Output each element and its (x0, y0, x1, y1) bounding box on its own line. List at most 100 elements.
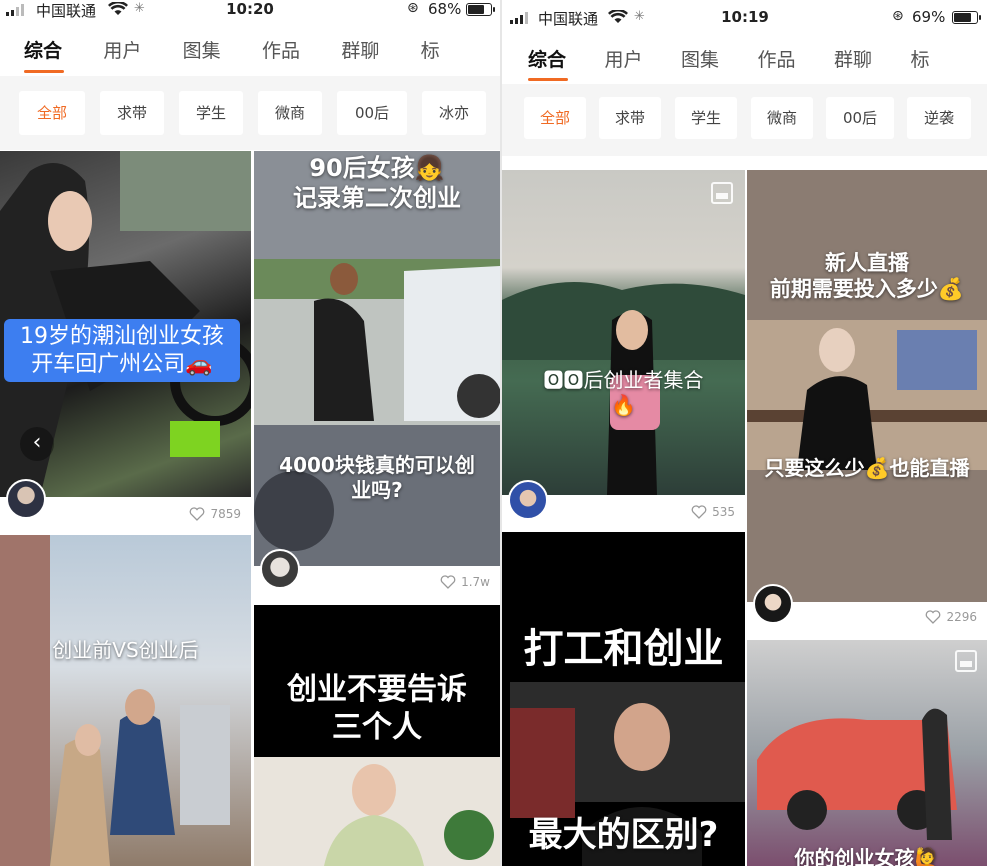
tab-tags[interactable]: 标 (911, 45, 987, 72)
chip-bingyi[interactable]: 冰亦 (422, 91, 486, 135)
battery-icon (952, 11, 981, 24)
chip-post-00s[interactable]: 00后 (826, 97, 894, 139)
heart-icon (926, 610, 941, 624)
video-thumbnail: 打工和创业 最大的区别? (502, 532, 745, 866)
feed-card[interactable]: 你的创业女孩🙋 (747, 640, 987, 866)
search-tabs: 综合 用户 图集 作品 群聊 标 (502, 45, 987, 81)
filter-chip-bar: 全部 求带 学生 微商 00后 逆袭 (502, 84, 987, 156)
video-caption: 最大的区别? (528, 815, 719, 855)
signal-icon (510, 12, 528, 24)
feed-card[interactable]: 新人直播 前期需要投入多少💰 只要这么少💰也能直播 2296 (747, 170, 987, 632)
video-caption: 只要这么少💰也能直播 (764, 456, 970, 480)
chip-post-00s[interactable]: 00后 (337, 91, 407, 135)
filter-chip-bar: 全部 求带 学生 微商 00后 冰亦 (0, 76, 500, 150)
avatar[interactable] (508, 480, 548, 520)
feed-card[interactable]: 创业前VS创业后 (0, 535, 251, 866)
video-caption-top: 90后女孩👧 记录第二次创业 (293, 154, 461, 212)
tab-label: 作品 (757, 49, 796, 71)
gallery-icon (955, 650, 977, 672)
tab-group-chat[interactable]: 群聊 (834, 45, 911, 72)
battery-percent: 68% (428, 0, 462, 18)
tab-label: 图集 (681, 49, 720, 71)
loading-icon: ✳ (134, 1, 145, 16)
thumbnail-illustration (254, 151, 500, 566)
chip-all[interactable]: 全部 (524, 97, 586, 139)
video-thumbnail: 新人直播 前期需要投入多少💰 只要这么少💰也能直播 (747, 170, 987, 602)
battery-icon (466, 3, 495, 16)
search-tabs: 综合 用户 图集 作品 群聊 标 (0, 36, 500, 73)
tab-users[interactable]: 用户 (605, 45, 682, 72)
thumbnail-illustration (502, 282, 745, 495)
tab-users[interactable]: 用户 (103, 36, 182, 63)
video-caption-top: 新人直播 前期需要投入多少💰 (769, 251, 965, 302)
tab-label: 图集 (182, 40, 221, 62)
phone-screen-right: 中国联通 ✳ 10:19 ⊛ 69% 综合 用户 图集 作品 群聊 标 全部 求… (502, 0, 987, 866)
tab-label: 用户 (604, 49, 643, 71)
tab-group-chat[interactable]: 群聊 (341, 36, 420, 63)
video-thumbnail: 创业不要告诉 三个人 (254, 605, 500, 866)
chip-seek-mentor[interactable]: 求带 (599, 97, 661, 139)
wifi-icon (608, 10, 628, 23)
tab-all[interactable]: 综合 (528, 45, 605, 81)
tab-works[interactable]: 作品 (262, 36, 341, 63)
tab-label: 标 (910, 49, 930, 71)
feed-card[interactable]: 🅾🅾后创业者集合 🔥 535 (502, 170, 745, 528)
chip-counterattack[interactable]: 逆袭 (907, 97, 971, 139)
tab-label: 标 (420, 40, 440, 62)
thumbnail-illustration (0, 535, 230, 866)
video-thumbnail: 90后女孩👧 记录第二次创业 4000块钱真的可以创 业吗? (254, 151, 500, 566)
heart-icon (691, 505, 707, 519)
video-caption: 🅾🅾后创业者集合 🔥 (543, 368, 704, 417)
status-time: 10:19 (721, 8, 769, 26)
signal-icon (6, 4, 24, 16)
like-count-value: 2296 (946, 610, 977, 624)
tab-gallery[interactable]: 图集 (183, 36, 262, 63)
feed-card[interactable]: 打工和创业 最大的区别? (502, 532, 745, 866)
tab-label: 群聊 (834, 49, 873, 71)
tab-label: 综合 (528, 49, 567, 71)
video-caption: 创业不要告诉 三个人 (287, 672, 467, 745)
like-count[interactable]: 535 (691, 505, 735, 519)
thumbnail-illustration (757, 708, 957, 840)
video-caption: 创业前VS创业后 (52, 638, 199, 662)
video-caption-top: 打工和创业 (523, 626, 724, 672)
chip-all[interactable]: 全部 (19, 91, 85, 135)
avatar[interactable] (6, 479, 46, 519)
tab-label: 用户 (103, 40, 142, 62)
chip-students[interactable]: 学生 (675, 97, 737, 139)
thumbnail-illustration (747, 320, 987, 470)
prev-arrow-icon[interactable]: ‹ (20, 427, 54, 461)
loading-icon: ✳ (634, 9, 645, 24)
video-thumbnail: 🅾🅾后创业者集合 🔥 (502, 170, 745, 495)
carrier-label: 中国联通 (538, 10, 599, 28)
like-count-value: 535 (712, 505, 735, 519)
tab-label: 群聊 (341, 40, 380, 62)
chip-seek-mentor[interactable]: 求带 (100, 91, 164, 135)
tab-label: 综合 (24, 40, 63, 62)
video-thumbnail: 创业前VS创业后 (0, 535, 251, 866)
avatar[interactable] (753, 584, 793, 624)
tab-all[interactable]: 综合 (24, 36, 103, 73)
tab-works[interactable]: 作品 (758, 45, 835, 72)
chip-microbusiness[interactable]: 微商 (751, 97, 813, 139)
like-count-value: 1.7w (461, 575, 490, 589)
chip-students[interactable]: 学生 (179, 91, 243, 135)
like-count[interactable]: 7859 (189, 507, 241, 521)
tab-tags[interactable]: 标 (421, 36, 500, 63)
like-count[interactable]: 1.7w (440, 575, 490, 589)
feed-card[interactable]: 19岁的潮汕创业女孩 开车回广州公司🚗 ‹ 7859 (0, 151, 251, 532)
rotation-lock-icon: ⊛ (407, 0, 419, 16)
avatar[interactable] (260, 549, 300, 589)
feed-card[interactable]: 90后女孩👧 记录第二次创业 4000块钱真的可以创 业吗? 1.7w (254, 151, 500, 598)
wifi-icon (108, 2, 128, 15)
like-count-value: 7859 (210, 507, 241, 521)
status-bar: 中国联通 ✳ 10:20 ⊛ 68% (0, 0, 500, 22)
like-count[interactable]: 2296 (925, 610, 977, 624)
rotation-lock-icon: ⊛ (892, 8, 904, 24)
feed-card[interactable]: 创业不要告诉 三个人 (254, 605, 500, 866)
chip-microbusiness[interactable]: 微商 (258, 91, 322, 135)
gallery-icon (711, 182, 733, 204)
carrier-label: 中国联通 (36, 2, 97, 20)
tab-gallery[interactable]: 图集 (681, 45, 758, 72)
video-thumbnail: 19岁的潮汕创业女孩 开车回广州公司🚗 ‹ (0, 151, 251, 497)
